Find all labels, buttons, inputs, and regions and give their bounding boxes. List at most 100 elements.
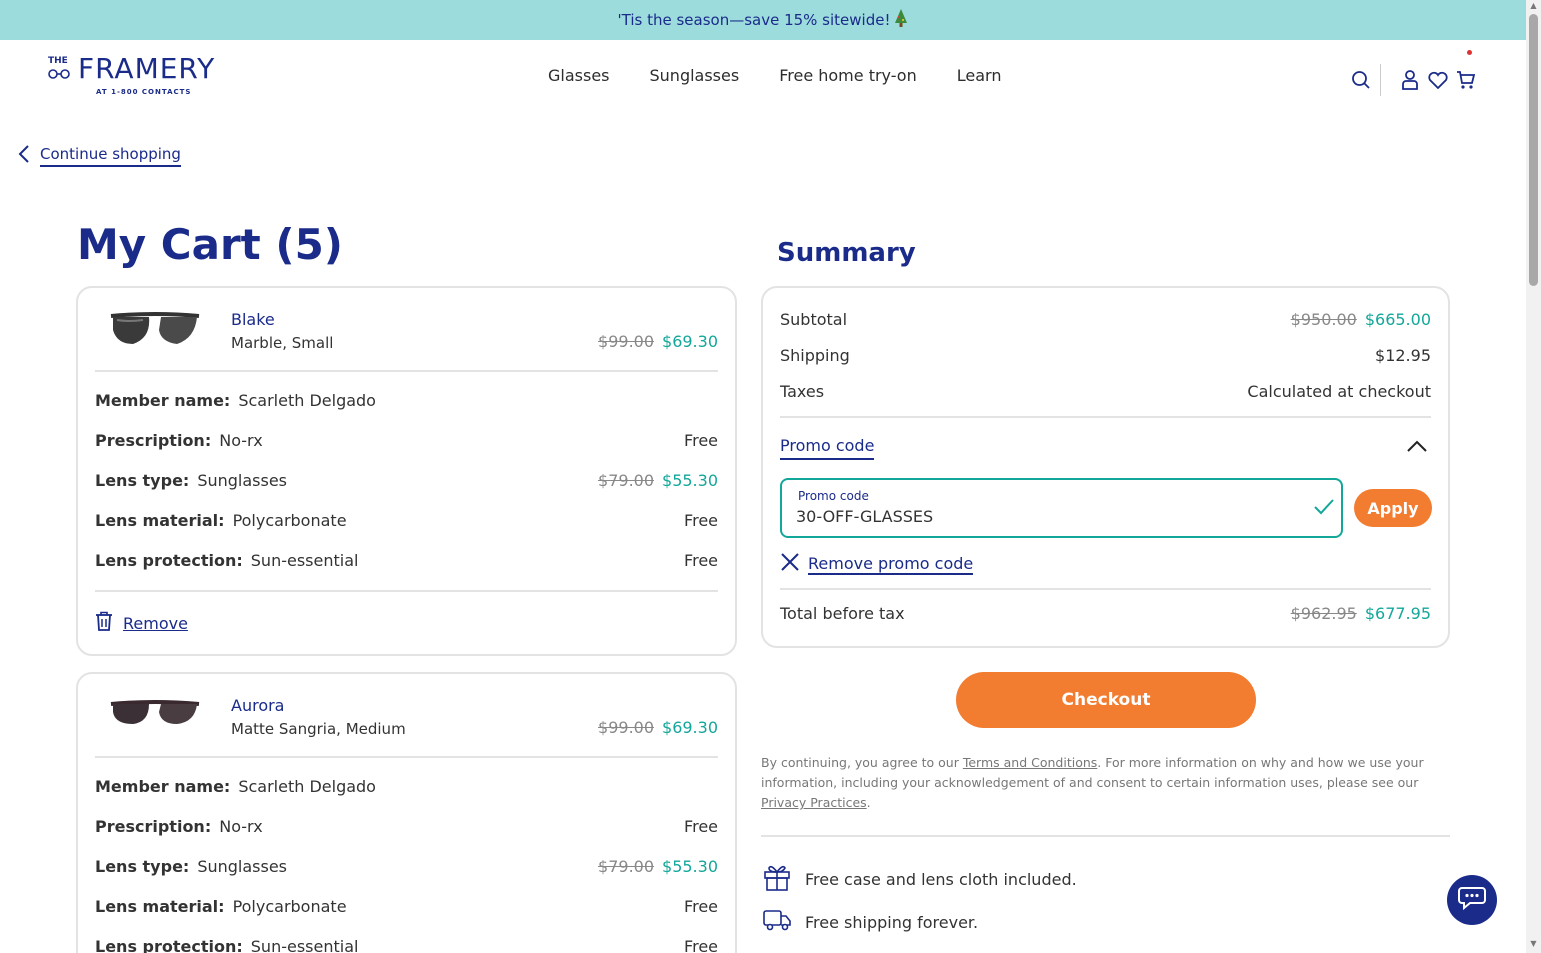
account-icon[interactable] [1399,69,1421,91]
apply-button[interactable]: Apply [1354,489,1432,527]
original-price: $79.00 [598,470,655,490]
original-price: $99.00 [598,718,655,737]
lens-material-row: Lens material: Polycarbonate Free [95,500,718,540]
nav-home-try-on[interactable]: Free home try-on [779,66,917,85]
perk-item: Free case and lens cloth included. [763,862,1077,896]
row-price: Free [684,936,718,953]
nav-glasses[interactable]: Glasses [548,66,610,85]
row-price: Free [684,510,718,530]
original-price: $99.00 [598,332,655,351]
product-variant: Marble, Small [231,334,334,352]
total-label: Total before tax [780,604,905,623]
close-icon [780,552,800,576]
header-divider [1380,64,1381,96]
shipping-label: Shipping [780,346,850,365]
banner-text: 'Tis the season—save 15% sitewide! [617,11,891,29]
scrollbar-thumb[interactable] [1529,14,1538,286]
truck-icon [763,908,791,936]
sale-price: $69.30 [662,718,718,737]
row-key: Lens type: [95,856,190,876]
remove-promo-code-button[interactable]: Remove promo code [780,552,974,576]
sale-price: $69.30 [662,332,718,351]
divider [761,835,1450,837]
row-key: Prescription: [95,430,212,450]
logo-name: FRAMERY [78,52,216,85]
sunglasses-image [109,698,201,738]
total-sale: $677.95 [1364,604,1431,623]
row-value: Sunglasses [197,470,288,490]
lens-protection-row: Lens protection: Sun-essential Free [95,926,718,953]
shipping-value: $12.95 [1375,346,1431,365]
cart-notification-dot [1467,50,1472,55]
row-price: Free [684,896,718,916]
promo-banner[interactable]: 'Tis the season—save 15% sitewide! [0,0,1526,40]
scroll-up-arrow-icon[interactable]: ▲ [1529,2,1538,10]
row-key: Lens protection: [95,936,243,953]
row-price: Free [684,430,718,450]
cart-item: Aurora Matte Sangria, Medium $99.00 $69.3… [76,672,737,953]
row-value: Sunglasses [197,856,288,876]
sunglasses-image [109,312,201,352]
scroll-down-arrow-icon[interactable]: ▼ [1529,940,1538,948]
perk-item: Free shipping forever. [763,908,978,936]
promo-code-toggle[interactable]: Promo code [780,436,875,460]
checkout-button[interactable]: Checkout [956,672,1256,728]
row-value: Polycarbonate [232,510,347,530]
lens-protection-row: Lens protection: Sun-essential Free [95,540,718,580]
remove-label: Remove [123,613,188,633]
remove-promo-label: Remove promo code [808,553,974,575]
remove-item-button[interactable]: Remove [95,590,718,654]
sale-price: $55.30 [662,856,718,876]
perk-text: Free shipping forever. [805,912,979,932]
taxes-value: Calculated at checkout [1247,382,1431,401]
cart-item: Blake Marble, Small $99.00 $69.30 Member … [76,286,737,656]
row-key: Member name: [95,776,231,796]
legal-text: By continuing, you agree to our Terms an… [761,753,1441,813]
terms-link[interactable]: Terms and Conditions [963,755,1097,770]
chevron-left-icon [18,144,30,168]
legal-part1: By continuing, you agree to our [761,755,963,770]
row-price: Free [684,550,718,570]
row-key: Lens material: [95,896,225,916]
tree-icon [894,9,908,31]
subtotal-row: Subtotal $950.00 $665.00 [780,310,1431,329]
site-header: THE FRAMERY AT 1-800 CONTACTS Glasses Su… [0,40,1526,116]
shipping-row: Shipping $12.95 [780,346,1431,365]
product-name[interactable]: Aurora [231,696,284,715]
chevron-up-icon[interactable] [1406,438,1428,457]
heart-icon[interactable] [1427,69,1449,91]
prescription-row: Prescription: No-rx Free [95,420,718,460]
subtotal-label: Subtotal [780,310,848,329]
row-key: Member name: [95,390,231,410]
glasses-logo-icon [48,68,72,84]
row-value: No-rx [219,816,263,836]
privacy-link[interactable]: Privacy Practices [761,795,867,810]
product-price: $99.00 $69.30 [598,332,718,351]
chat-bubble-icon [1458,886,1486,914]
divider [780,588,1431,590]
nav-sunglasses[interactable]: Sunglasses [650,66,740,85]
subtotal-original: $950.00 [1290,310,1357,329]
product-name[interactable]: Blake [231,310,275,329]
lens-type-row: Lens type: Sunglasses $79.00 $55.30 [95,846,718,886]
promo-code-input[interactable]: Promo code 30-OFF-GLASSES [780,478,1343,538]
cart-icon[interactable] [1455,69,1477,91]
nav-learn[interactable]: Learn [957,66,1002,85]
row-value: Sun-essential [250,550,359,570]
continue-shopping-label: Continue shopping [40,145,181,167]
taxes-label: Taxes [780,382,825,401]
row-key: Lens protection: [95,550,243,570]
member-name-row: Member name: Scarleth Delgado [95,380,718,420]
row-key: Prescription: [95,816,212,836]
legal-part3: . [866,795,871,810]
lens-type-row: Lens type: Sunglasses $79.00 $55.30 [95,460,718,500]
promo-field-label: Promo code [798,489,869,503]
continue-shopping-link[interactable]: Continue shopping [18,144,181,168]
row-value: No-rx [219,430,263,450]
order-summary: Subtotal $950.00 $665.00 Shipping $12.95 … [761,286,1450,648]
row-key: Lens type: [95,470,190,490]
page-scrollbar[interactable]: ▲ ▼ [1526,0,1541,953]
perk-text: Free case and lens cloth included. [805,869,1077,889]
chat-button[interactable] [1447,875,1497,925]
search-icon[interactable] [1350,69,1372,91]
